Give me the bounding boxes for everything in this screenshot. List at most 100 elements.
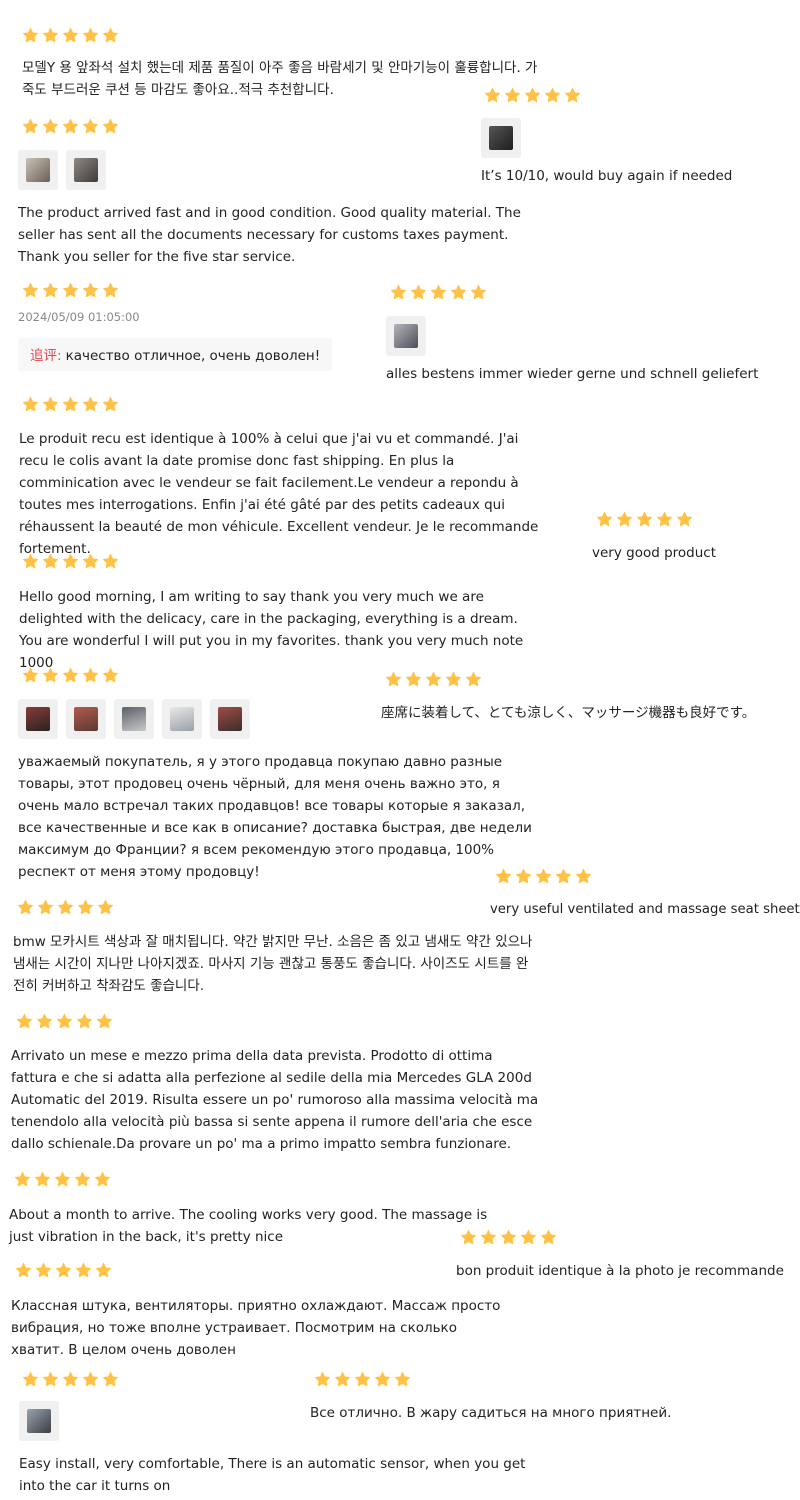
seat-photo	[26, 707, 50, 731]
review-text: Le produit recu est identique à 100% à c…	[19, 431, 539, 557]
seat-photo	[218, 707, 242, 731]
review-card: It’s 10/10, would buy again if needed	[481, 85, 781, 187]
star-icon	[43, 1371, 58, 1386]
photo-thumbnails	[18, 150, 548, 190]
seat-photo	[26, 158, 50, 182]
review-text: Классная штука, вентиляторы. приятно охл…	[11, 1298, 501, 1358]
star-icon	[83, 667, 98, 682]
star-rating	[596, 509, 792, 529]
star-rating	[495, 866, 795, 886]
star-icon	[375, 1371, 390, 1386]
review-text: The product arrived fast and in good con…	[18, 205, 521, 265]
star-icon	[617, 511, 632, 526]
star-rating	[22, 116, 548, 136]
review-photo-thumbnail[interactable]	[210, 699, 250, 739]
review-photo-thumbnail[interactable]	[66, 699, 106, 739]
star-rating	[385, 669, 796, 689]
review-photo-thumbnail[interactable]	[481, 118, 521, 158]
star-icon	[565, 87, 580, 102]
review-text: very useful ventilated and massage seat …	[490, 902, 800, 917]
star-icon	[395, 1371, 410, 1386]
star-rating	[15, 1260, 511, 1280]
star-icon	[18, 899, 33, 914]
star-icon	[83, 553, 98, 568]
review-card: Hello good morning, I am writing to say …	[19, 551, 549, 674]
star-icon	[36, 1262, 51, 1277]
star-icon	[501, 1229, 516, 1244]
star-icon	[657, 511, 672, 526]
star-icon	[23, 553, 38, 568]
star-icon	[576, 868, 591, 883]
star-icon	[83, 396, 98, 411]
star-icon	[466, 671, 481, 686]
star-icon	[23, 396, 38, 411]
star-icon	[103, 1371, 118, 1386]
star-icon	[103, 396, 118, 411]
star-icon	[481, 1229, 496, 1244]
star-icon	[496, 868, 511, 883]
review-text: About a month to arrive. The cooling wor…	[9, 1207, 488, 1245]
review-card: very useful ventilated and massage seat …	[490, 866, 800, 921]
star-icon	[545, 87, 560, 102]
review-photo-thumbnail[interactable]	[18, 150, 58, 190]
star-icon	[97, 1013, 112, 1028]
star-icon	[426, 671, 441, 686]
seat-photo	[394, 324, 418, 348]
review-photo-thumbnail[interactable]	[162, 699, 202, 739]
star-rating	[314, 1369, 690, 1389]
followup-text: качество отличное, очень доволен!	[65, 348, 321, 364]
review-card: Arrivato un mese e mezzo prima della dat…	[11, 1011, 546, 1155]
review-card: bon produit identique à la photo je reco…	[456, 1227, 786, 1282]
review-text: Arrivato un mese e mezzo prima della dat…	[11, 1048, 539, 1152]
star-rating	[22, 25, 542, 45]
star-icon	[516, 868, 531, 883]
review-card: About a month to arrive. The cooling wor…	[9, 1169, 509, 1248]
photo-thumbnails	[386, 316, 786, 356]
star-rating	[22, 551, 549, 571]
review-text: bmw 모카시트 색상과 잘 매치됩니다. 약간 밝지만 무난. 소음은 좀 있…	[13, 934, 533, 994]
star-icon	[103, 667, 118, 682]
seat-photo	[489, 126, 513, 150]
star-icon	[78, 899, 93, 914]
star-icon	[15, 1171, 30, 1186]
review-photo-thumbnail[interactable]	[66, 150, 106, 190]
star-icon	[23, 118, 38, 133]
star-icon	[83, 1371, 98, 1386]
star-icon	[58, 899, 73, 914]
star-icon	[485, 87, 500, 102]
star-rating	[22, 394, 549, 414]
review-text: very good product	[592, 545, 716, 561]
review-text: уважаемый покупатель, я у этого продавца…	[18, 754, 532, 880]
review-photo-thumbnail[interactable]	[18, 699, 58, 739]
star-icon	[43, 396, 58, 411]
review-photo-thumbnail[interactable]	[386, 316, 426, 356]
review-text: Все отлично. В жару садиться на много пр…	[310, 1405, 672, 1421]
star-icon	[63, 396, 78, 411]
star-icon	[63, 27, 78, 42]
star-icon	[386, 671, 401, 686]
followup-label: 追评:	[30, 348, 62, 364]
car-photo	[122, 707, 146, 731]
review-card: 모델Y 용 앞좌석 설치 했는데 제품 품질이 아주 좋음 바람세기 및 안마기…	[22, 25, 542, 101]
star-icon	[23, 27, 38, 42]
review-text: 座席に装着して、とても涼しく、マッサージ機器も良好です。	[381, 705, 756, 721]
star-rating	[17, 897, 548, 917]
star-icon	[23, 1371, 38, 1386]
review-card: Классная штука, вентиляторы. приятно охл…	[11, 1260, 511, 1361]
star-icon	[541, 1229, 556, 1244]
review-text: bon produit identique à la photo je reco…	[456, 1263, 784, 1279]
seat-photo	[74, 707, 98, 731]
star-icon	[505, 87, 520, 102]
review-card: Все отлично. В жару садиться на много пр…	[310, 1369, 690, 1424]
star-icon	[315, 1371, 330, 1386]
star-icon	[96, 1262, 111, 1277]
review-photo-thumbnail[interactable]	[19, 1401, 59, 1441]
review-photo-thumbnail[interactable]	[114, 699, 154, 739]
star-icon	[63, 282, 78, 297]
star-icon	[103, 553, 118, 568]
star-icon	[16, 1262, 31, 1277]
star-icon	[43, 667, 58, 682]
star-icon	[83, 27, 98, 42]
star-icon	[103, 282, 118, 297]
review-text: 모델Y 용 앞좌석 설치 했는데 제품 품질이 아주 좋음 바람세기 및 안마기…	[22, 60, 538, 98]
